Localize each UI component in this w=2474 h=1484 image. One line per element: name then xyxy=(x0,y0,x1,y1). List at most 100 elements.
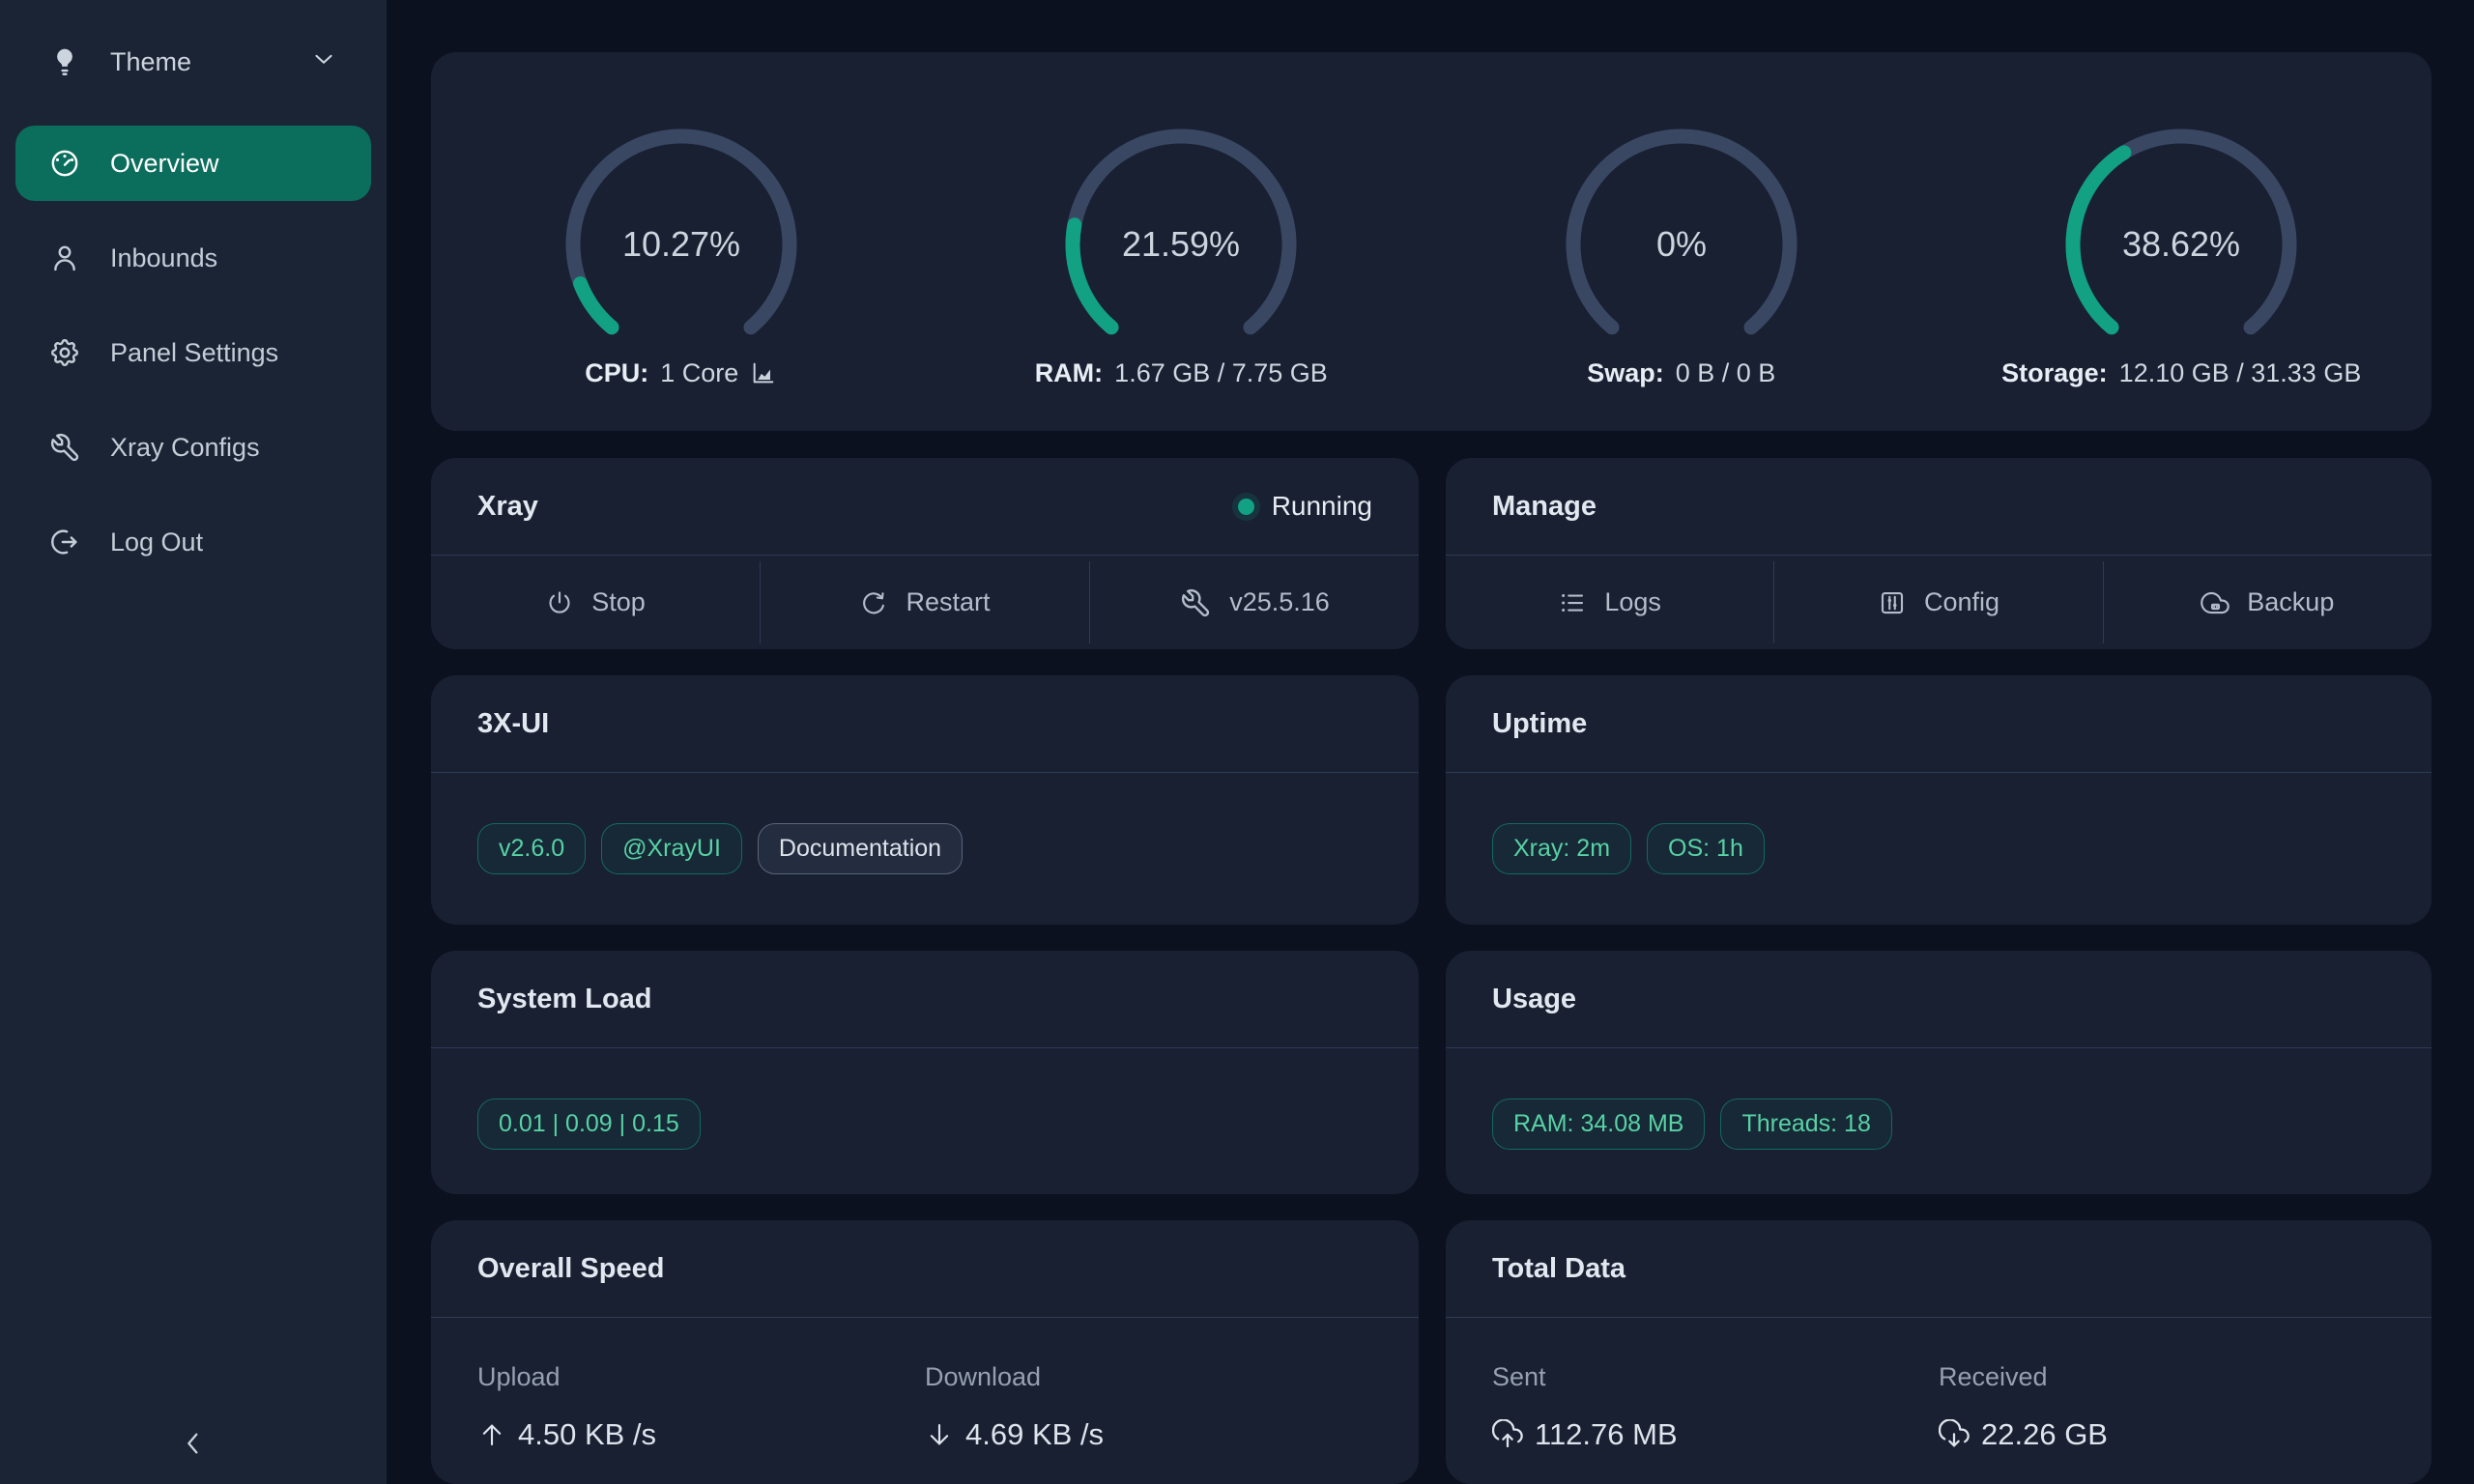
xray-card: Xray Running Stop Restart v25.5.16 xyxy=(431,458,1419,649)
sidebar-item-label: Panel Settings xyxy=(110,338,278,368)
total-data-card-title: Total Data xyxy=(1492,1253,1625,1285)
metric-value: 112.76 MB xyxy=(1492,1417,1939,1452)
cards-grid: Xray Running StopRestartv25.5.16 Manage … xyxy=(431,458,2431,1484)
sidebar-collapse-button[interactable] xyxy=(0,1428,387,1459)
stop-button[interactable]: Stop xyxy=(431,556,760,649)
metric-value: 22.26 GB xyxy=(1939,1417,2385,1452)
sidebar-item-inbounds[interactable]: Inbounds xyxy=(15,220,371,296)
metric-received: Received 22.26 GB xyxy=(1939,1362,2385,1452)
action-label: v25.5.16 xyxy=(1229,587,1330,617)
xui-card-title: 3X-UI xyxy=(477,708,549,740)
gauge-arc: 0% xyxy=(1556,121,1807,355)
badge-os-1h: OS: 1h xyxy=(1647,823,1765,874)
xray-actions: Stop Restart v25.5.16 xyxy=(431,556,1419,649)
system-load-card: System Load 0.01 | 0.09 | 0.15 xyxy=(431,951,1419,1194)
sidebar-item-panel-settings[interactable]: Panel Settings xyxy=(15,315,371,390)
uptime-badges: Xray: 2m OS: 1h xyxy=(1446,773,2431,925)
action-label: Restart xyxy=(906,587,990,617)
metric-label: Sent xyxy=(1492,1362,1939,1392)
sidebar-item-log-out[interactable]: Log Out xyxy=(15,504,371,580)
xray-status-label: Running xyxy=(1272,491,1372,522)
action-label: Stop xyxy=(591,587,646,617)
badge-xray-2m: Xray: 2m xyxy=(1492,823,1631,874)
usage-card: Usage RAM: 34.08 MBThreads: 18 xyxy=(1446,951,2431,1194)
gear-icon xyxy=(48,336,81,369)
gauge-arc: 21.59% xyxy=(1055,121,1307,355)
version-button[interactable]: v25.5.16 xyxy=(1090,556,1419,649)
metric-label: Received xyxy=(1939,1362,2385,1392)
overall-speed-card: Overall Speed Upload 4.50 KB /sDownload 4.… xyxy=(431,1220,1419,1484)
chevron-down-icon xyxy=(309,44,338,80)
metric-value: 4.69 KB /s xyxy=(925,1417,1372,1452)
uptime-card-title: Uptime xyxy=(1492,708,1587,740)
logs-button[interactable]: Logs xyxy=(1446,556,1773,649)
uptime-card: Uptime Xray: 2m OS: 1h xyxy=(1446,675,2431,925)
gauge-swap: 0% Swap:0 B / 0 B xyxy=(1431,96,1932,388)
gauge-label: CPU:1 Core xyxy=(585,358,777,388)
metric-label: Download xyxy=(925,1362,1372,1392)
bulb-icon xyxy=(48,45,81,78)
status-dot-icon xyxy=(1238,499,1254,515)
gauge-label: Swap:0 B / 0 B xyxy=(1587,358,1775,388)
power-icon xyxy=(545,588,574,617)
sidebar-item-label: Xray Configs xyxy=(110,433,260,463)
gauge-storage: 38.62% Storage:12.10 GB / 31.33 GB xyxy=(1932,96,2432,388)
metric-value: 4.50 KB /s xyxy=(477,1417,925,1452)
restart-icon xyxy=(859,588,888,617)
total-data-metrics: Sent 112.76 MBReceived 22.26 GB xyxy=(1446,1318,2431,1452)
usage-card-title: Usage xyxy=(1492,984,1576,1015)
logout-icon xyxy=(48,526,81,558)
badge-xrayui[interactable]: @XrayUI xyxy=(601,823,742,874)
metric-upload: Upload 4.50 KB /s xyxy=(477,1362,925,1452)
action-label: Config xyxy=(1924,587,1999,617)
gauge-ram: 21.59% RAM:1.67 GB / 7.75 GB xyxy=(932,96,1432,388)
gauge-cpu: 10.27%CPU:1 Core xyxy=(431,96,932,388)
badge-v2-6-0[interactable]: v2.6.0 xyxy=(477,823,586,874)
overall-speed-card-title: Overall Speed xyxy=(477,1253,664,1285)
sidebar-item-label: Log Out xyxy=(110,528,203,557)
metric-sent: Sent 112.76 MB xyxy=(1492,1362,1939,1452)
main-content: 10.27%CPU:1 Core 21.59% RAM:1.67 GB / 7.75… xyxy=(387,0,2474,1484)
backup-button[interactable]: Backup xyxy=(2104,556,2431,649)
xray-status: Running xyxy=(1238,491,1372,522)
gauge-label: RAM:1.67 GB / 7.75 GB xyxy=(1035,358,1328,388)
usage-badges: RAM: 34.08 MBThreads: 18 xyxy=(1446,1048,2431,1194)
metric-label: Upload xyxy=(477,1362,925,1392)
xui-badges: v2.6.0 @XrayUI Documentation xyxy=(431,773,1419,925)
badge-threads-18: Threads: 18 xyxy=(1720,1099,1891,1150)
gauge-label: Storage:12.10 GB / 31.33 GB xyxy=(2001,358,2361,388)
sidebar-item-label: Inbounds xyxy=(110,243,217,273)
sliders-icon xyxy=(1878,588,1907,617)
sidebar-nav: Overview Inbounds Panel Settings Xray Confi… xyxy=(0,126,387,580)
chart-area-icon[interactable] xyxy=(750,359,777,386)
sidebar-item-overview[interactable]: Overview xyxy=(15,126,371,201)
arrow-up-icon xyxy=(477,1420,506,1449)
action-label: Logs xyxy=(1604,587,1661,617)
total-data-card: Total Data Sent 112.76 MBReceived 22.26 GB xyxy=(1446,1220,2431,1484)
xui-card: 3X-UI v2.6.0 @XrayUI Documentation xyxy=(431,675,1419,925)
xray-card-title: Xray xyxy=(477,491,538,523)
wrench-icon xyxy=(1179,586,1212,619)
badge-documentation[interactable]: Documentation xyxy=(758,823,963,874)
user-icon xyxy=(48,242,81,274)
manage-actions: Logs Config Backup xyxy=(1446,556,2431,649)
system-load-card-title: System Load xyxy=(477,984,652,1015)
restart-button[interactable]: Restart xyxy=(761,556,1089,649)
svg-text:38.62%: 38.62% xyxy=(2122,224,2240,264)
svg-text:21.59%: 21.59% xyxy=(1122,224,1240,264)
cloud-download-icon xyxy=(1939,1419,1970,1450)
config-button[interactable]: Config xyxy=(1774,556,2102,649)
theme-selector[interactable]: Theme xyxy=(15,21,371,102)
svg-text:0%: 0% xyxy=(1656,224,1707,264)
wrench-icon xyxy=(48,431,81,464)
gauge-arc: 10.27% xyxy=(556,121,807,355)
system-stats-card: 10.27%CPU:1 Core 21.59% RAM:1.67 GB / 7.75… xyxy=(431,52,2431,431)
manage-card: Manage LogsConfigBackup xyxy=(1446,458,2431,649)
system-load-badges: 0.01 | 0.09 | 0.15 xyxy=(431,1048,1419,1194)
overall-speed-metrics: Upload 4.50 KB /sDownload 4.69 KB /s xyxy=(431,1318,1419,1452)
sidebar-item-xray-configs[interactable]: Xray Configs xyxy=(15,410,371,485)
sidebar: Theme Overview Inbounds Panel Settings Xray… xyxy=(0,0,387,1484)
action-label: Backup xyxy=(2247,587,2334,617)
badge-0-01-0-09-0-15: 0.01 | 0.09 | 0.15 xyxy=(477,1099,701,1150)
list-icon xyxy=(1558,588,1587,617)
